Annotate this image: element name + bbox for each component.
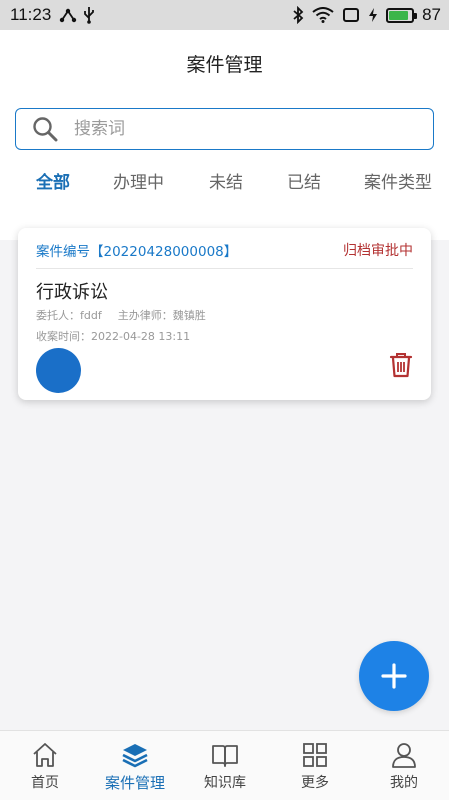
lawyer-label: 主办律师： [117, 309, 173, 322]
nav-item-knowledge-base[interactable]: 知识库 [180, 731, 270, 800]
search-input[interactable] [74, 119, 394, 139]
tab-closed[interactable]: 已结 [287, 168, 321, 193]
usb-icon [84, 7, 95, 24]
search-box[interactable] [15, 108, 434, 150]
nav-label: 首页 [31, 775, 59, 791]
status-time: 11:23 [10, 5, 52, 24]
case-type: 行政诉讼 [36, 282, 108, 303]
received-label: 收案时间： [36, 330, 91, 343]
user-icon [392, 743, 416, 768]
nav-label: 案件管理 [104, 774, 165, 792]
status-bar: 11:23 87 [0, 0, 449, 30]
nav-label: 更多 [301, 775, 329, 791]
search-icon [33, 117, 58, 142]
case-received-time: 收案时间：2022-04-28 13:11 [36, 328, 190, 344]
case-card[interactable]: 案件编号【20220428000008】 归档审批中 行政诉讼 委托人：fddf… [18, 228, 431, 400]
add-case-button[interactable] [359, 641, 429, 711]
client-value: fddf [80, 309, 102, 322]
header: 案件管理 全部 办理中 未结 已结 案件类型 [0, 30, 449, 240]
nav-label: 我的 [390, 775, 418, 791]
home-icon [33, 743, 57, 767]
received-value: 2022-04-28 13:11 [91, 330, 191, 343]
client-label: 委托人： [36, 309, 80, 322]
case-parties: 委托人：fddf 主办律师：魏镇胜 [36, 307, 206, 323]
case-number: 案件编号【20220428000008】 [36, 244, 238, 260]
wifi-icon [312, 7, 334, 23]
nav-label: 知识库 [204, 775, 246, 791]
case-status-badge: 归档审批中 [343, 243, 413, 259]
lawyer-value: 魏镇胜 [172, 309, 206, 322]
bottom-nav: 首页 案件管理 知识库 更多 我的 [0, 730, 449, 800]
nav-item-mine[interactable]: 我的 [359, 731, 449, 800]
tab-all[interactable]: 全部 [36, 168, 70, 193]
nav-item-case-management[interactable]: 案件管理 [90, 731, 180, 800]
screen-icon [343, 8, 360, 22]
share-icon [60, 8, 77, 23]
bluetooth-icon [293, 6, 304, 24]
charging-icon [369, 8, 378, 22]
trash-icon[interactable] [389, 352, 413, 378]
page-title: 案件管理 [186, 54, 263, 76]
grid-icon [303, 743, 327, 767]
filter-tabs: 全部 办理中 未结 已结 案件类型 [0, 168, 449, 198]
plus-icon [381, 663, 407, 689]
nav-item-more[interactable]: 更多 [270, 731, 360, 800]
layers-icon [122, 744, 148, 768]
tab-in-progress[interactable]: 办理中 [113, 168, 164, 193]
book-icon [212, 745, 238, 767]
battery-level: 87 [422, 5, 441, 24]
tab-unclosed[interactable]: 未结 [209, 168, 243, 193]
battery-icon [386, 7, 418, 23]
avatar[interactable] [36, 348, 81, 393]
tab-case-type[interactable]: 案件类型 [364, 168, 432, 193]
card-divider [36, 268, 413, 269]
nav-item-home[interactable]: 首页 [0, 731, 90, 800]
